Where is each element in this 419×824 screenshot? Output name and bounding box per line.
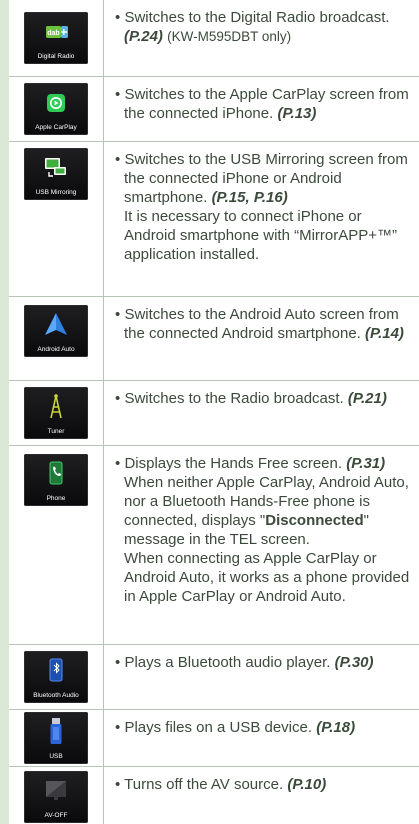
usb-icon <box>50 718 62 744</box>
apple-carplay-tile[interactable]: Apple CarPlay <box>24 83 88 135</box>
row-description: • Turns off the AV source. (P.10) <box>115 776 327 793</box>
page: dab Digital Radio • Switches to the Digi… <box>0 0 419 824</box>
table-row: Bluetooth Audio • Plays a Bluetooth audi… <box>9 645 419 709</box>
page-reference: (P.10) <box>287 776 327 793</box>
row-note: When connecting as Apple CarPlay or Andr… <box>124 550 410 605</box>
tuner-icon <box>50 394 62 419</box>
phone-tile[interactable]: Phone <box>24 454 88 506</box>
tile-label: Bluetooth Audio <box>33 692 79 699</box>
usb-mirroring-icon <box>45 158 66 177</box>
tile-label: USB <box>49 753 63 760</box>
row-description: • Switches to the USB Mirroring screen f… <box>115 150 413 264</box>
digital-radio-tile[interactable]: dab Digital Radio <box>24 12 88 64</box>
table-row: Phone • Displays the Hands Free screen. … <box>9 446 419 644</box>
row-description: • Plays a Bluetooth audio player. (P.30) <box>115 654 374 671</box>
row-description: • Displays the Hands Free screen. (P.31)… <box>115 454 413 606</box>
tile-label: USB Mirroring <box>35 189 77 196</box>
page-reference: (P.13) <box>277 105 317 122</box>
row-description: • Switches to the Digital Radio broadcas… <box>115 9 390 45</box>
page-reference: (P.31) <box>346 455 386 472</box>
tile-label: AV-OFF <box>44 812 68 819</box>
row-description: • Plays files on a USB device. (P.18) <box>115 719 356 736</box>
usb-mirroring-tile[interactable]: USB Mirroring <box>24 148 88 200</box>
table-row: dab Digital Radio • Switches to the Digi… <box>9 0 419 76</box>
table-row: Android Auto • Switches to the Android A… <box>9 297 419 380</box>
av-off-icon <box>46 781 66 800</box>
carplay-icon <box>47 94 65 112</box>
tile-label: Apple CarPlay <box>35 124 77 131</box>
row-description: • Switches to the Radio broadcast. (P.21… <box>115 390 387 407</box>
table-row: USB • Plays files on a USB device. (P.18… <box>9 710 419 766</box>
table-row: USB Mirroring • Switches to the USB Mirr… <box>9 142 419 296</box>
table-row: AV-OFF • Turns off the AV source. (P.10) <box>9 767 419 824</box>
page-reference: (P.14) <box>365 325 404 342</box>
tile-label: Digital Radio <box>37 53 75 60</box>
dab-icon: dab <box>46 26 68 38</box>
row-description: • Switches to the Apple CarPlay screen f… <box>115 86 409 122</box>
bluetooth-audio-icon <box>49 658 63 682</box>
av-off-tile[interactable]: AV-OFF <box>24 771 88 823</box>
row-note: When neither Apple CarPlay, Android Auto… <box>124 474 409 548</box>
usb-tile[interactable]: USB <box>24 712 88 764</box>
page-reference: (P.24) <box>124 28 163 45</box>
svg-text:dab: dab <box>47 30 59 37</box>
page-reference: (P.18) <box>316 719 356 736</box>
row-note: It is necessary to connect iPhone or And… <box>124 208 398 263</box>
page-reference: (P.21) <box>347 390 387 407</box>
tile-label: Android Auto <box>37 346 75 353</box>
bluetooth-audio-tile[interactable]: Bluetooth Audio <box>24 651 88 703</box>
tile-label: Tuner <box>47 428 65 435</box>
source-table: dab Digital Radio • Switches to the Digi… <box>9 0 419 824</box>
tile-label: Phone <box>46 495 66 502</box>
row-description: • Switches to the Android Auto screen fr… <box>115 306 404 342</box>
android-auto-icon <box>45 313 67 335</box>
table-row: Tuner • Switches to the Radio broadcast.… <box>9 381 419 445</box>
page-reference: (P.15, P.16) <box>211 189 288 206</box>
phone-icon <box>49 461 63 485</box>
page-reference: (P.30) <box>334 654 374 671</box>
table-row: Apple CarPlay • Switches to the Apple Ca… <box>9 77 419 141</box>
android-auto-tile[interactable]: Android Auto <box>24 305 88 357</box>
tuner-tile[interactable]: Tuner <box>24 387 88 439</box>
